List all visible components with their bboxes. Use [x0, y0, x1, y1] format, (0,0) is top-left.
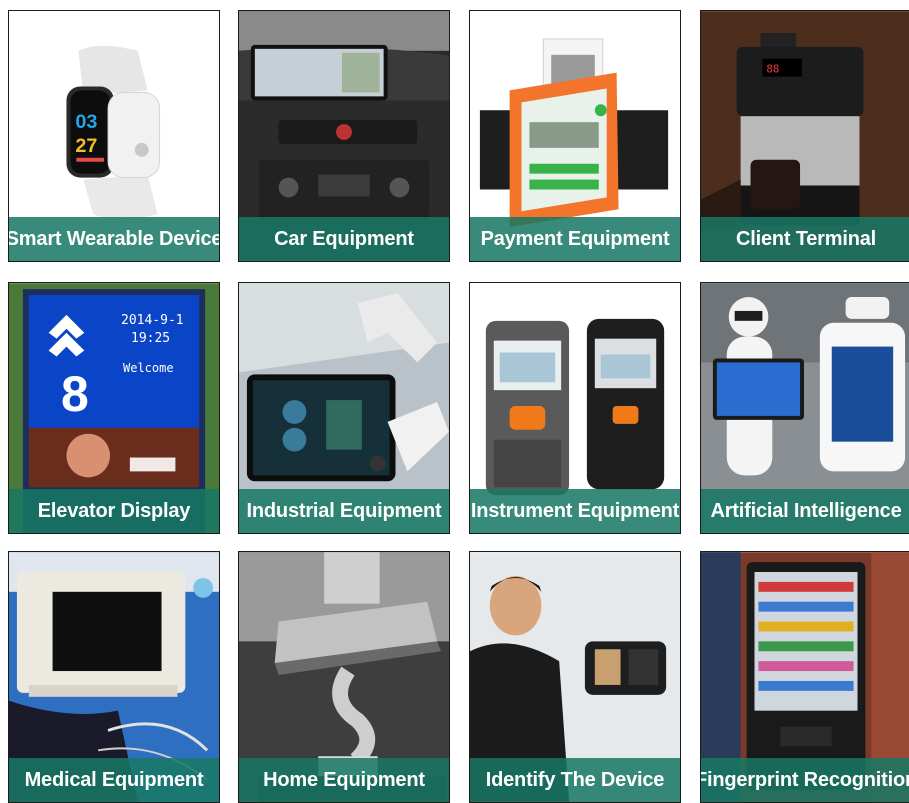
tile-label: Medical Equipment: [9, 758, 219, 802]
elevator-floor-number: 8: [61, 366, 89, 422]
tile-car-equipment[interactable]: Car Equipment: [238, 10, 450, 262]
tile-industrial-equipment[interactable]: Industrial Equipment: [238, 282, 450, 534]
svg-text:88: 88: [766, 63, 779, 76]
elevator-date: 2014-9-1: [121, 313, 184, 328]
tile-label: Smart Wearable Device: [9, 217, 219, 261]
tile-elevator-display[interactable]: 2014-9-1 19:25 Welcome 8 Elevator Displa…: [8, 282, 220, 534]
tile-label: Payment Equipment: [470, 217, 680, 261]
tile-label: Elevator Display: [9, 489, 219, 533]
tile-label: Client Terminal: [701, 217, 909, 261]
tile-client-terminal[interactable]: 88 Client Terminal: [700, 10, 909, 262]
tile-instrument-equipment[interactable]: Instrument Equipment: [469, 282, 681, 534]
category-grid: 03 27 Smart Wearable Device Car Equipmen…: [0, 0, 909, 803]
tile-payment-equipment[interactable]: Payment Equipment: [469, 10, 681, 262]
tile-identify-the-device[interactable]: Identify The Device: [469, 551, 681, 803]
svg-text:27: 27: [75, 135, 97, 157]
tile-label: Instrument Equipment: [470, 489, 680, 533]
svg-text:03: 03: [75, 111, 97, 133]
tile-label: Artificial Intelligence: [701, 489, 909, 533]
tile-home-equipment[interactable]: Home Equipment: [238, 551, 450, 803]
tile-label: Identify The Device: [470, 758, 680, 802]
tile-artificial-intelligence[interactable]: Artificial Intelligence: [700, 282, 909, 534]
elevator-greeting: Welcome: [123, 361, 174, 375]
elevator-time: 19:25: [131, 331, 171, 346]
tile-label: Car Equipment: [239, 217, 449, 261]
tile-smart-wearable-device[interactable]: 03 27 Smart Wearable Device: [8, 10, 220, 262]
tile-fingerprint-recognition[interactable]: Fingerprint Recognition: [700, 551, 909, 803]
tile-medical-equipment[interactable]: Medical Equipment: [8, 551, 220, 803]
tile-label: Home Equipment: [239, 758, 449, 802]
tile-label: Fingerprint Recognition: [701, 758, 909, 802]
tile-label: Industrial Equipment: [239, 489, 449, 533]
